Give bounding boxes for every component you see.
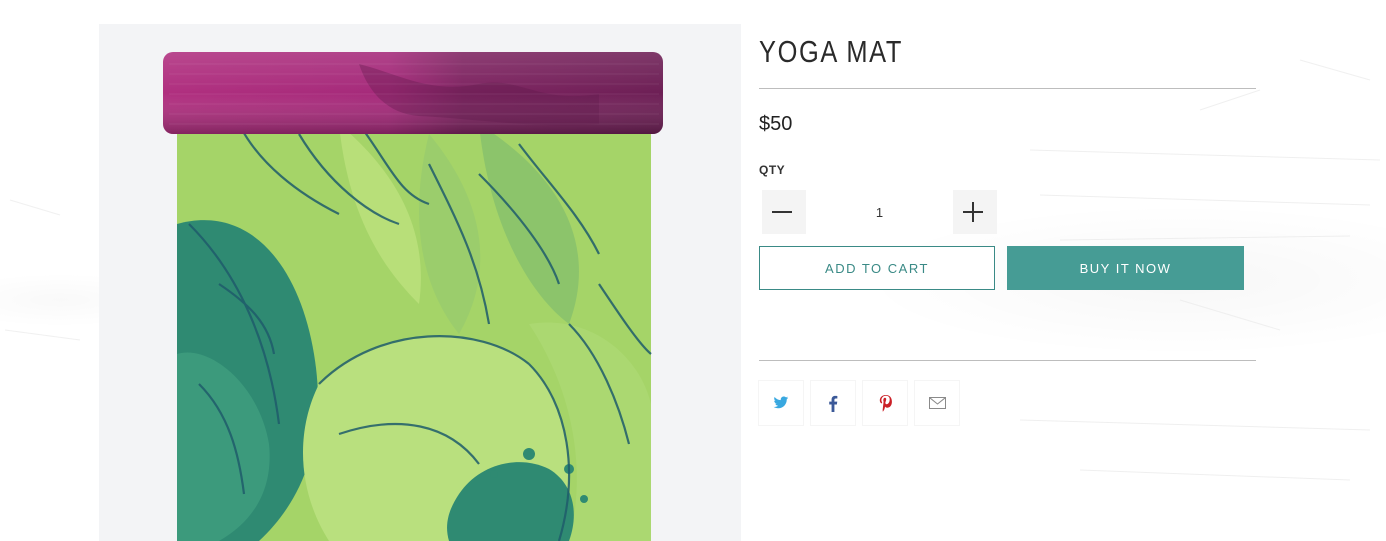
pinterest-icon: [879, 394, 892, 412]
add-to-cart-button[interactable]: Add to Cart: [759, 246, 995, 290]
divider: [759, 88, 1256, 89]
quantity-stepper: [762, 190, 997, 234]
product-page: YOGA MAT $50 QTY Add to Cart Buy it now: [0, 0, 1386, 541]
product-title: YOGA MAT: [759, 34, 904, 69]
decrease-quantity-button[interactable]: [762, 190, 806, 234]
share-twitter-button[interactable]: [759, 381, 803, 425]
share-facebook-button[interactable]: [811, 381, 855, 425]
share-buttons: [759, 381, 959, 425]
product-price: $50: [759, 113, 793, 135]
increase-quantity-button[interactable]: [953, 190, 997, 234]
share-email-button[interactable]: [915, 381, 959, 425]
divider: [759, 360, 1256, 361]
quantity-label: QTY: [759, 163, 786, 177]
buy-it-now-button[interactable]: Buy it now: [1007, 246, 1244, 290]
share-pinterest-button[interactable]: [863, 381, 907, 425]
mail-icon: [928, 397, 946, 409]
product-image[interactable]: [99, 24, 741, 541]
twitter-icon: [773, 396, 789, 410]
yoga-mat-image: [163, 52, 663, 541]
facebook-icon: [828, 395, 838, 412]
quantity-input[interactable]: [806, 190, 953, 234]
